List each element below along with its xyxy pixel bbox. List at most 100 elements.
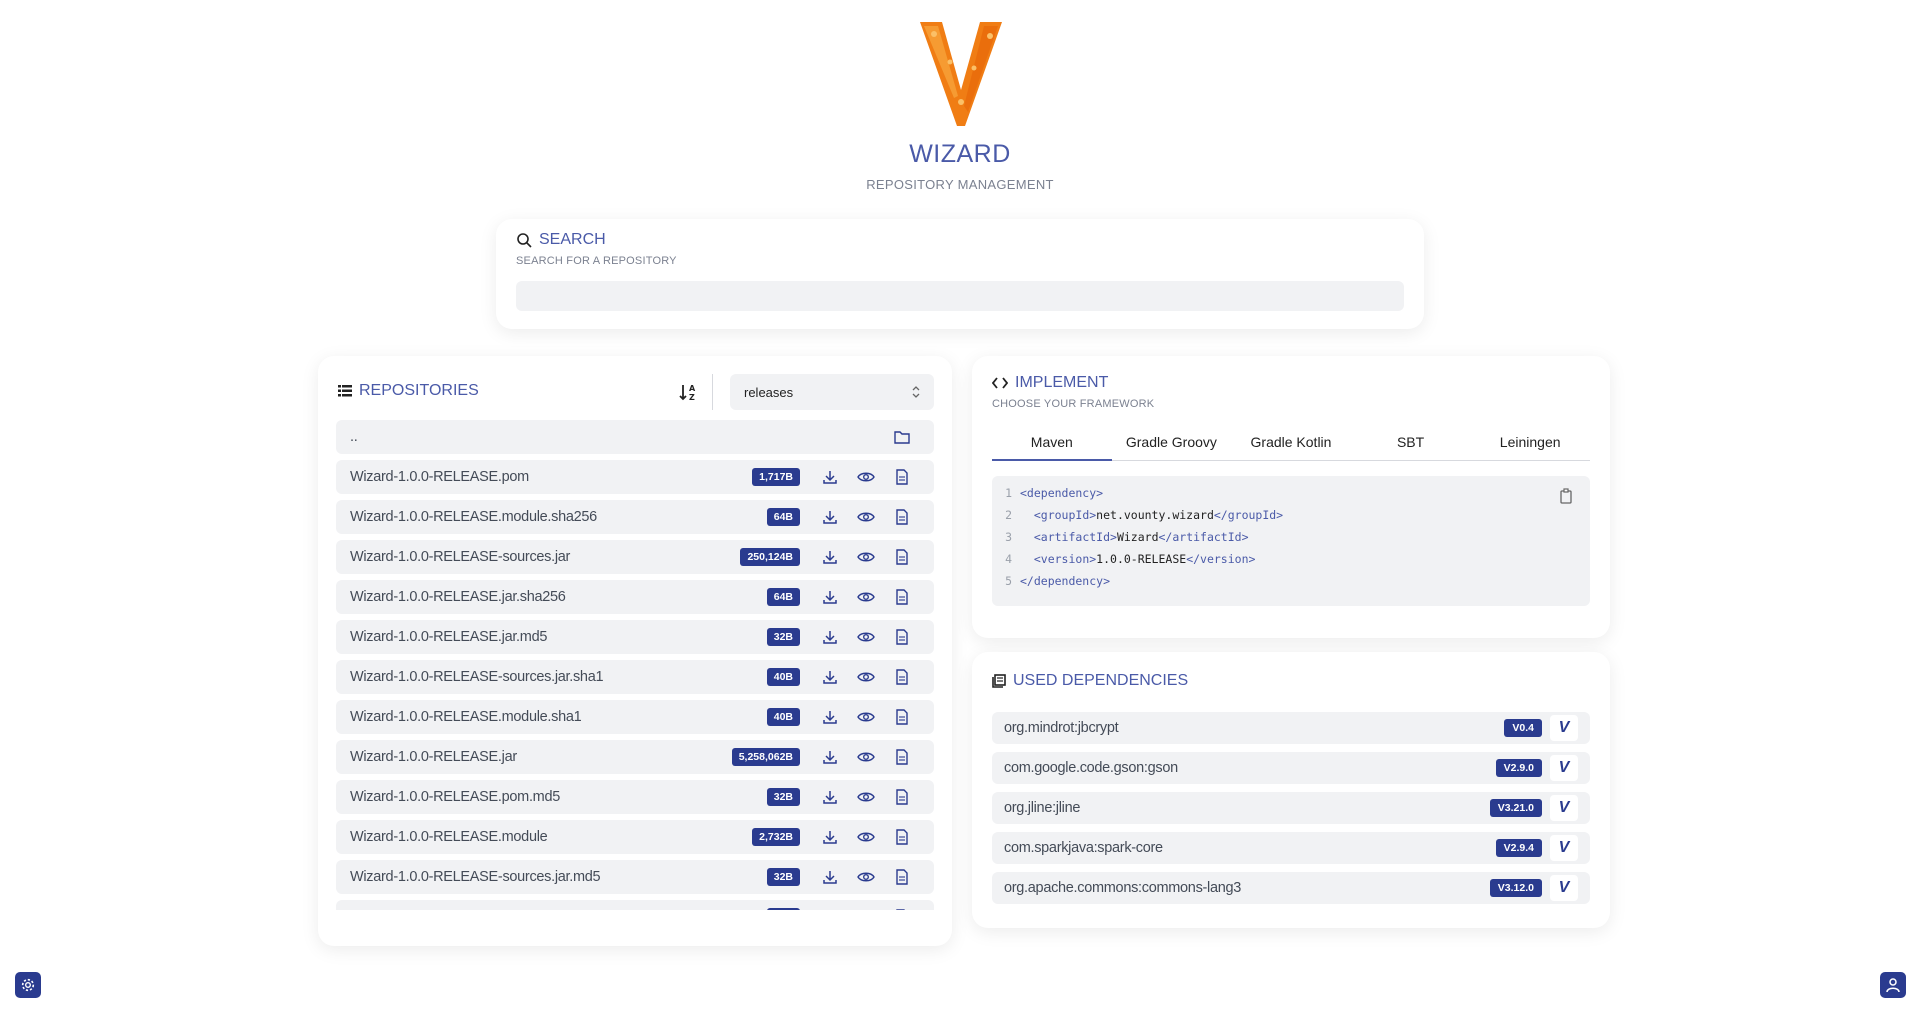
dependency-source-icon[interactable]: V (1550, 875, 1578, 901)
file-size-badge: 40B (766, 708, 800, 726)
account-button[interactable] (1880, 972, 1906, 998)
file-size-badge: 5,258,062B (731, 748, 800, 766)
download-icon[interactable] (812, 540, 848, 574)
file-name: Wizard-1.0.0-RELEASE.pom (350, 469, 529, 485)
file-row[interactable]: Wizard-1.0.0-RELEASE.jar.sha140B (336, 900, 934, 910)
tab-leiningen[interactable]: Leiningen (1470, 428, 1590, 460)
app-title: WIZARD (909, 140, 1011, 168)
file-row[interactable]: Wizard-1.0.0-RELEASE.module.sha1 40B (336, 700, 934, 734)
view-icon[interactable] (848, 460, 884, 494)
dependency-source-icon[interactable]: V (1550, 715, 1578, 741)
file-details-icon[interactable] (884, 700, 920, 734)
file-size-badge: 64B (766, 588, 800, 606)
file-row[interactable]: Wizard-1.0.0-RELEASE.pom.md5 32B (336, 780, 934, 814)
dependency-version-badge: V2.9.0 (1495, 759, 1542, 777)
file-details-icon[interactable] (884, 900, 920, 910)
file-details-icon[interactable] (884, 740, 920, 774)
tab-gradle-groovy[interactable]: Gradle Groovy (1112, 428, 1232, 460)
folder-icon[interactable] (884, 420, 920, 454)
download-icon[interactable] (812, 500, 848, 534)
search-input[interactable] (516, 281, 1404, 311)
file-row[interactable]: Wizard-1.0.0-RELEASE.module.sha256 64B (336, 500, 934, 534)
code-snippet: 1 <dependency> 2 <groupId>net.vounty.wiza… (992, 476, 1590, 606)
view-icon[interactable] (848, 900, 884, 910)
dependency-version-badge: V0.4 (1504, 719, 1542, 737)
file-size-badge: 1,717B (752, 468, 800, 486)
view-icon[interactable] (848, 660, 884, 694)
file-name: Wizard-1.0.0-RELEASE-sources.jar.md5 (350, 869, 601, 885)
dependencies-card: USED DEPENDENCIES org.mindrot:jbcrypt V0.… (972, 652, 1610, 928)
sort-alpha-icon[interactable]: A Z (678, 382, 698, 402)
file-details-icon[interactable] (884, 780, 920, 814)
view-icon[interactable] (848, 500, 884, 534)
dependency-source-icon[interactable]: V (1550, 795, 1578, 821)
parent-dir-row[interactable]: .. (336, 420, 934, 454)
file-details-icon[interactable] (884, 620, 920, 654)
file-details-icon[interactable] (884, 580, 920, 614)
file-row[interactable]: Wizard-1.0.0-RELEASE.module 2,732B (336, 820, 934, 854)
view-icon[interactable] (848, 620, 884, 654)
parent-dir-label: .. (350, 429, 358, 445)
download-icon[interactable] (812, 820, 848, 854)
dependency-source-icon[interactable]: V (1550, 835, 1578, 861)
file-row[interactable]: Wizard-1.0.0-RELEASE.pom 1,717B (336, 460, 934, 494)
download-icon[interactable] (812, 860, 848, 894)
file-row[interactable]: Wizard-1.0.0-RELEASE-sources.jar.sha1 40B (336, 660, 934, 694)
view-icon[interactable] (848, 580, 884, 614)
search-card: SEARCH SEARCH FOR A REPOSITORY (496, 219, 1424, 329)
dependency-row: org.jline:jline V3.21.0 V (992, 792, 1590, 824)
file-row[interactable]: Wizard-1.0.0-RELEASE-sources.jar.md5 32B (336, 860, 934, 894)
view-icon[interactable] (848, 780, 884, 814)
repositories-card: REPOSITORIES A Z releases .. Wizard-1.0.… (318, 356, 952, 946)
tab-sbt[interactable]: SBT (1351, 428, 1471, 460)
download-icon[interactable] (812, 460, 848, 494)
download-icon[interactable] (812, 780, 848, 814)
dependency-row: org.apache.commons:commons-lang3 V3.12.0 V (992, 872, 1590, 904)
view-icon[interactable] (848, 740, 884, 774)
file-size-badge: 64B (766, 508, 800, 526)
download-icon[interactable] (812, 700, 848, 734)
implement-card: IMPLEMENT CHOOSE YOUR FRAMEWORK Maven Gr… (972, 356, 1610, 638)
file-row[interactable]: Wizard-1.0.0-RELEASE-sources.jar 250,124B (336, 540, 934, 574)
file-details-icon[interactable] (884, 460, 920, 494)
code-version: 1.0.0-RELEASE (1096, 552, 1187, 566)
file-details-icon[interactable] (884, 820, 920, 854)
dependency-name: org.mindrot:jbcrypt (1004, 720, 1119, 736)
dependency-source-icon[interactable]: V (1550, 755, 1578, 781)
view-icon[interactable] (848, 700, 884, 734)
dependency-version-badge: V2.9.4 (1495, 839, 1542, 857)
file-name: Wizard-1.0.0-RELEASE.pom.md5 (350, 789, 560, 805)
settings-button[interactable] (15, 972, 41, 998)
app-subtitle: REPOSITORY MANAGEMENT (866, 177, 1054, 192)
download-icon[interactable] (812, 580, 848, 614)
tab-gradle-kotlin[interactable]: Gradle Kotlin (1231, 428, 1351, 460)
file-row[interactable]: Wizard-1.0.0-RELEASE.jar.sha256 64B (336, 580, 934, 614)
file-name: Wizard-1.0.0-RELEASE.module (350, 829, 548, 845)
clipboard-icon[interactable] (1558, 488, 1574, 504)
file-row[interactable]: Wizard-1.0.0-RELEASE.jar.md5 32B (336, 620, 934, 654)
download-icon[interactable] (812, 660, 848, 694)
file-list: .. Wizard-1.0.0-RELEASE.pom 1,717B Wizard-… (336, 420, 934, 910)
repositories-heading-label: REPOSITORIES (359, 382, 479, 399)
view-icon[interactable] (848, 860, 884, 894)
framework-tabs: Maven Gradle Groovy Gradle Kotlin SBT Le… (992, 428, 1590, 461)
repository-select[interactable]: releases (730, 374, 934, 410)
dependency-row: com.sparkjava:spark-core V2.9.4 V (992, 832, 1590, 864)
download-icon[interactable] (812, 900, 848, 910)
file-details-icon[interactable] (884, 500, 920, 534)
file-name: Wizard-1.0.0-RELEASE.jar.md5 (350, 629, 548, 645)
implement-subheading: CHOOSE YOUR FRAMEWORK (992, 398, 1155, 410)
implement-heading-label: IMPLEMENT (1015, 374, 1109, 391)
dependency-name: org.apache.commons:commons-lang3 (1004, 880, 1242, 896)
tab-maven[interactable]: Maven (992, 428, 1112, 461)
file-name: Wizard-1.0.0-RELEASE-sources.jar (350, 549, 571, 565)
view-icon[interactable] (848, 540, 884, 574)
view-icon[interactable] (848, 820, 884, 854)
file-details-icon[interactable] (884, 860, 920, 894)
dependency-name: org.jline:jline (1004, 800, 1081, 816)
file-row[interactable]: Wizard-1.0.0-RELEASE.jar 5,258,062B (336, 740, 934, 774)
download-icon[interactable] (812, 740, 848, 774)
download-icon[interactable] (812, 620, 848, 654)
file-details-icon[interactable] (884, 540, 920, 574)
file-details-icon[interactable] (884, 660, 920, 694)
